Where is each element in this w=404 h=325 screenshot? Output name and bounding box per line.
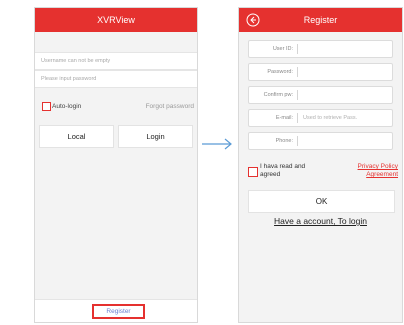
privacy-policy-link[interactable]: Privacy Policy Agreement <box>338 163 398 179</box>
register-header: Register <box>239 8 402 32</box>
email-input[interactable]: Used to retrieve Pass. <box>298 115 392 121</box>
screenshot-canvas: XVRView Username can not be empty Please… <box>0 0 404 325</box>
user-id-field[interactable]: User ID: <box>248 40 393 58</box>
ok-button[interactable]: OK <box>248 190 395 213</box>
forgot-password-link[interactable]: Forgot password <box>146 103 194 110</box>
confirm-password-field[interactable]: Confirm pw: <box>248 86 393 104</box>
password-placeholder: Please input password <box>41 76 97 82</box>
login-button-label: Login <box>146 132 165 141</box>
user-id-label: User ID: <box>272 46 293 52</box>
login-header: XVRView <box>35 8 197 32</box>
username-placeholder: Username can not be empty <box>41 58 111 64</box>
password-label: Password: <box>267 69 293 75</box>
have-account-login-link[interactable]: Have a account, To login <box>239 216 402 226</box>
register-button[interactable]: Register <box>92 304 145 319</box>
login-button[interactable]: Login <box>118 125 193 148</box>
field-divider <box>297 44 298 54</box>
agree-text: I hava read and agreed <box>260 163 306 178</box>
confirm-password-label: Confirm pw: <box>263 92 293 98</box>
auto-login-checkbox[interactable] <box>42 101 51 111</box>
register-button-label: Register <box>106 308 131 315</box>
field-divider <box>297 67 298 77</box>
field-divider <box>297 136 298 146</box>
local-button-label: Local <box>67 132 86 141</box>
agreement-row: I hava read and agreed Privacy Policy Ag… <box>248 163 398 183</box>
login-title: XVRView <box>97 15 135 25</box>
local-button[interactable]: Local <box>39 125 114 148</box>
login-footer: Register <box>35 299 197 322</box>
password-field[interactable]: Password: <box>248 63 393 81</box>
remember-row: Auto-login Forgot password <box>42 100 194 112</box>
register-screen: Register User ID: Password: Confirm pw: … <box>238 7 403 323</box>
right-arrow-icon <box>202 138 232 150</box>
field-divider <box>297 90 298 100</box>
auto-login-label: Auto-login <box>52 102 82 110</box>
username-input[interactable]: Username can not be empty <box>35 52 197 70</box>
back-arrow-circle-icon[interactable] <box>246 13 260 27</box>
password-input[interactable]: Please input password <box>35 70 197 88</box>
phone-field[interactable]: Phone: <box>248 132 393 150</box>
register-title: Register <box>303 15 338 25</box>
ok-button-label: OK <box>315 197 328 206</box>
phone-label: Phone: <box>275 138 293 144</box>
email-field[interactable]: E-mail: Used to retrieve Pass. <box>248 109 393 127</box>
login-screen: XVRView Username can not be empty Please… <box>34 7 198 323</box>
agree-checkbox[interactable] <box>248 167 258 177</box>
email-label: E-mail: <box>275 115 293 121</box>
